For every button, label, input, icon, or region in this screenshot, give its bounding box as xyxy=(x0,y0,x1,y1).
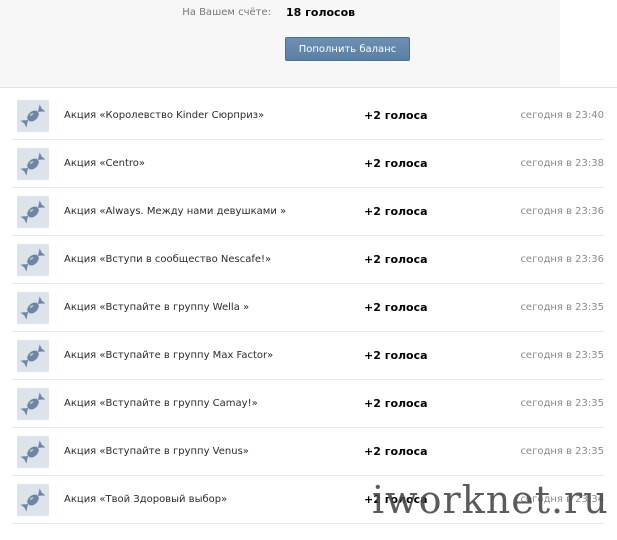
transaction-row: Акция «Centro» +2 голоса сегодня в 23:38 xyxy=(12,140,604,188)
transaction-name[interactable]: Акция «Твой Здоровый выбор» xyxy=(64,494,227,505)
transaction-time: сегодня в 23:36 xyxy=(520,254,604,265)
transaction-amount: +2 голоса xyxy=(364,493,428,506)
transaction-name[interactable]: Акция «Вступайте в группу Camay!» xyxy=(64,398,258,409)
transaction-name[interactable]: Акция «Вступайте в группу Max Factor» xyxy=(64,350,273,361)
transaction-row: Акция «Вступайте в группу Camay!» +2 гол… xyxy=(12,380,604,428)
transaction-name[interactable]: Акция «Вступайте в группу Venus» xyxy=(64,446,249,457)
transaction-row: Акция «Вступайте в группу Wella » +2 гол… xyxy=(12,284,604,332)
transaction-list: Акция «Королевство Kinder Сюрприз» +2 го… xyxy=(12,92,604,524)
transaction-row: Акция «Твой Здоровый выбор» +2 голоса се… xyxy=(12,476,604,524)
candy-icon[interactable] xyxy=(17,484,49,516)
transaction-time: сегодня в 23:35 xyxy=(520,446,604,457)
candy-icon[interactable] xyxy=(17,436,49,468)
transaction-time: сегодня в 23:35 xyxy=(520,398,604,409)
transaction-row: Акция «Королевство Kinder Сюрприз» +2 го… xyxy=(12,92,604,140)
transaction-time: сегодня в 23:34 xyxy=(520,494,604,505)
transaction-row: Акция «Always. Между нами девушками » +2… xyxy=(12,188,604,236)
transaction-row: Акция «Вступайте в группу Venus» +2 голо… xyxy=(12,428,604,476)
transaction-amount: +2 голоса xyxy=(364,301,428,314)
transaction-row: Акция «Вступи в сообщество Nescafe!» +2 … xyxy=(12,236,604,284)
transaction-amount: +2 голоса xyxy=(364,445,428,458)
transaction-amount: +2 голоса xyxy=(364,157,428,170)
transaction-name[interactable]: Акция «Centro» xyxy=(64,158,145,169)
transaction-name[interactable]: Акция «Королевство Kinder Сюрприз» xyxy=(64,110,264,121)
candy-icon[interactable] xyxy=(17,100,49,132)
candy-icon[interactable] xyxy=(17,148,49,180)
candy-icon[interactable] xyxy=(17,388,49,420)
balance-label: На Вашем счёте: xyxy=(182,7,271,18)
balance-value: 18 голосов xyxy=(286,6,356,19)
transaction-amount: +2 голоса xyxy=(364,397,428,410)
transaction-amount: +2 голоса xyxy=(364,205,428,218)
corner-patch xyxy=(560,0,617,87)
candy-icon[interactable] xyxy=(17,340,49,372)
candy-icon[interactable] xyxy=(17,244,49,276)
transaction-time: сегодня в 23:35 xyxy=(520,302,604,313)
transaction-amount: +2 голоса xyxy=(364,109,428,122)
transaction-amount: +2 голоса xyxy=(364,349,428,362)
transaction-time: сегодня в 23:38 xyxy=(520,158,604,169)
transaction-name[interactable]: Акция «Always. Между нами девушками » xyxy=(64,206,286,217)
transaction-name[interactable]: Акция «Вступи в сообщество Nescafe!» xyxy=(64,254,271,265)
transaction-time: сегодня в 23:36 xyxy=(520,206,604,217)
candy-icon[interactable] xyxy=(17,196,49,228)
transaction-amount: +2 голоса xyxy=(364,253,428,266)
candy-icon[interactable] xyxy=(17,292,49,324)
topup-balance-button[interactable]: Пополнить баланс xyxy=(285,37,410,61)
transaction-time: сегодня в 23:35 xyxy=(520,350,604,361)
transaction-time: сегодня в 23:40 xyxy=(520,110,604,121)
balance-panel: На Вашем счёте: 18 голосов Пополнить бал… xyxy=(0,0,617,88)
transaction-name[interactable]: Акция «Вступайте в группу Wella » xyxy=(64,302,249,313)
transaction-row: Акция «Вступайте в группу Max Factor» +2… xyxy=(12,332,604,380)
